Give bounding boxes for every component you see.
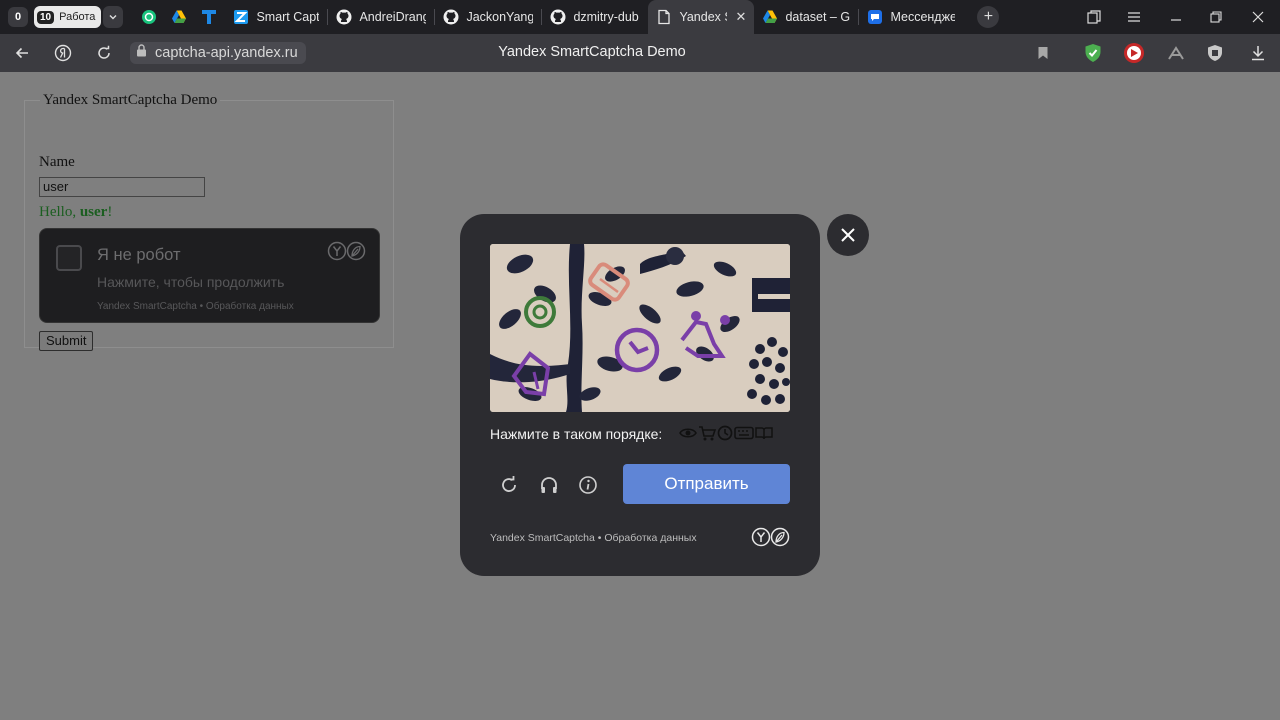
trello-icon <box>201 9 217 25</box>
github-icon <box>550 9 566 25</box>
translate-icon[interactable] <box>1165 42 1187 64</box>
widget-footer: Yandex SmartCaptcha • Обработка данных <box>97 301 294 312</box>
github-icon <box>336 9 352 25</box>
workspace-label: Работа <box>59 11 96 23</box>
tab-counter-zero[interactable]: 0 <box>8 7 28 27</box>
captcha-footer: Yandex SmartCaptcha • Обработка данных <box>490 532 697 544</box>
refresh-icon[interactable] <box>497 473 521 497</box>
captcha-instruction: Нажмите в таком порядке: <box>490 426 663 442</box>
tab-github-jackonyang[interactable]: JackonYang <box>435 0 541 34</box>
menu-icon[interactable] <box>1114 0 1154 34</box>
media-extension-icon[interactable] <box>1123 42 1145 64</box>
submit-button[interactable]: Submit <box>39 331 94 351</box>
google-drive-icon <box>762 9 778 25</box>
tab-title: JackonYang <box>466 10 534 24</box>
hello-prefix: Hello, <box>39 204 80 220</box>
chevron-down-icon[interactable] <box>103 6 124 28</box>
tab-counter[interactable]: 0 10 Работа <box>8 6 124 28</box>
tab-title: dzmitry-dub <box>573 10 639 24</box>
shield-icon[interactable] <box>1204 42 1226 64</box>
document-icon <box>656 9 672 25</box>
captcha-puzzle-image[interactable] <box>490 244 790 412</box>
smartcaptcha-logo-icon <box>327 241 367 261</box>
google-drive-icon <box>171 9 187 25</box>
hello-username: user <box>79 204 108 220</box>
workspace-switcher[interactable]: 10 Работа <box>34 6 102 28</box>
tab-github-dzmitry[interactable]: dzmitry-dub <box>542 0 648 34</box>
hello-suffix: ! <box>107 204 113 220</box>
adguard-shield-icon[interactable] <box>1082 42 1104 64</box>
close-window-icon[interactable] <box>1238 0 1278 34</box>
tab-messenger[interactable]: Мессендже <box>859 0 963 34</box>
close-icon <box>841 228 855 242</box>
tab-dataset[interactable]: dataset – Go <box>754 0 858 34</box>
smartcaptcha-logo-icon <box>751 527 791 547</box>
zed-icon <box>233 9 249 25</box>
cart-icon <box>698 425 717 446</box>
icon-sequence <box>679 425 773 446</box>
widget-title: Я не робот <box>97 246 181 264</box>
close-icon[interactable]: ✕ <box>736 9 747 25</box>
smartcaptcha-widget[interactable]: Я не робот Нажмите, чтобы продолжить Yan… <box>39 228 380 323</box>
tab-chatgpt[interactable] <box>135 0 165 34</box>
restore-icon[interactable] <box>1196 0 1236 34</box>
close-modal-button[interactable] <box>827 214 869 256</box>
tab-title: dataset – Go <box>785 10 851 24</box>
browser-tab-bar: 0 10 Работа Smart Captc AndreiDrang Jack… <box>0 0 1280 34</box>
name-input[interactable]: user <box>39 177 205 197</box>
demo-fieldset: Yandex SmartCaptcha Demo Name user Hello… <box>24 92 394 351</box>
minimize-icon[interactable] <box>1156 0 1196 34</box>
tab-yandex-smartcaptcha[interactable]: Yandex Sm ✕ <box>648 0 755 34</box>
info-icon[interactable] <box>576 473 600 497</box>
name-label: Name <box>39 154 75 170</box>
clock-icon <box>717 425 733 446</box>
messenger-icon <box>867 9 883 25</box>
widget-subtitle: Нажмите, чтобы продолжить <box>97 274 285 290</box>
headphones-icon[interactable] <box>537 473 561 497</box>
workspace-count: 10 <box>37 10 55 24</box>
fieldset-legend: Yandex SmartCaptcha Demo <box>43 92 218 108</box>
hello-message: Hello, user! <box>39 204 112 221</box>
page-title: Yandex SmartCaptcha Demo <box>498 44 686 60</box>
download-icon[interactable] <box>1247 42 1269 64</box>
address-bar: captcha-api.yandex.ru Yandex SmartCaptch… <box>0 34 1280 72</box>
eye-icon <box>679 426 697 445</box>
not-robot-checkbox[interactable] <box>56 245 82 271</box>
keyboard-icon <box>734 426 754 445</box>
tab-trello[interactable] <box>195 0 225 34</box>
tab-title: Мессендже <box>890 10 956 24</box>
bookmark-icon[interactable] <box>1032 42 1054 64</box>
tab-smart-captcha[interactable]: Smart Captc <box>225 0 327 34</box>
tab-github-andreidrang[interactable]: AndreiDrang <box>328 0 434 34</box>
book-icon <box>755 426 773 445</box>
collections-icon[interactable] <box>1074 0 1114 34</box>
chatgpt-icon <box>141 9 157 25</box>
github-icon <box>443 9 459 25</box>
tab-title: Smart Captc <box>256 10 320 24</box>
tab-title: Yandex Sm <box>679 10 726 24</box>
tab-google-drive[interactable] <box>165 0 195 34</box>
captcha-modal: Нажмите в таком порядке: Отправить Yande… <box>460 214 820 576</box>
new-tab-button[interactable]: + <box>977 6 1000 28</box>
tab-title: AndreiDrang <box>359 10 427 24</box>
submit-captcha-button[interactable]: Отправить <box>623 464 790 504</box>
